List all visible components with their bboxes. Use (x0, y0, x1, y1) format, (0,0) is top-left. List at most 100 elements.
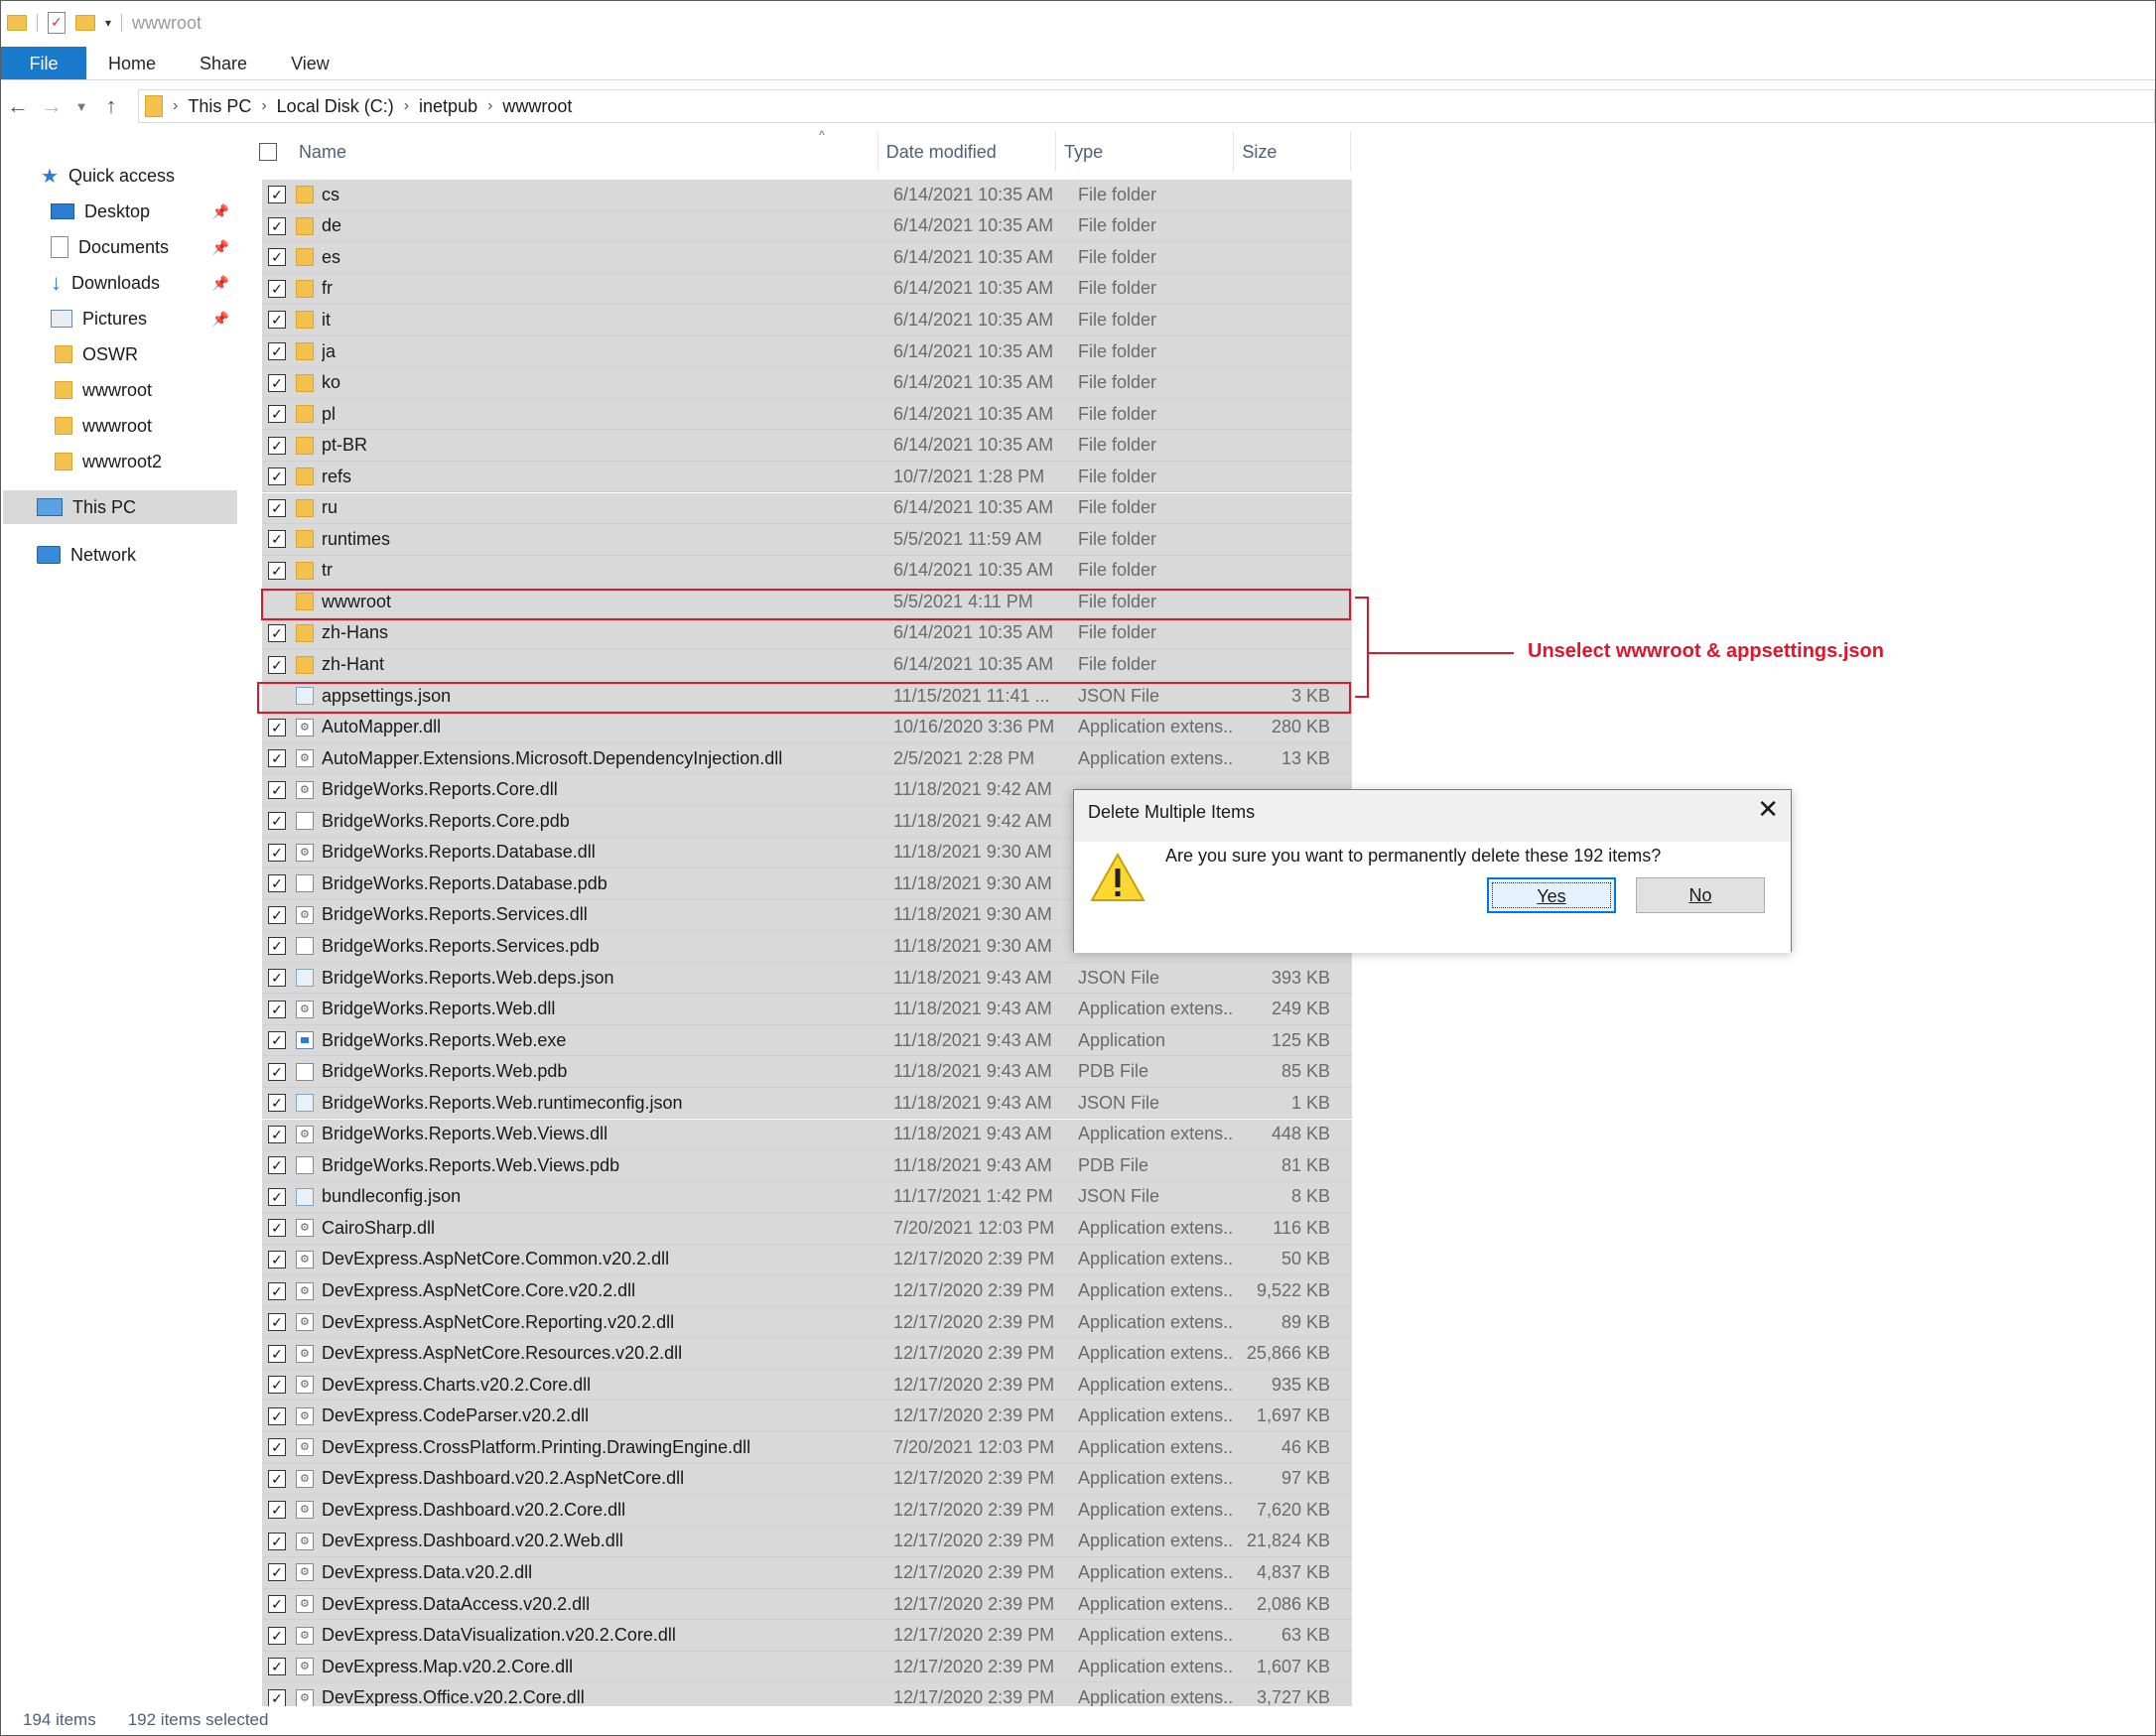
row-checkbox[interactable]: ✓ (268, 623, 286, 642)
row-checkbox[interactable]: ✓ (268, 1344, 286, 1363)
file-row[interactable]: ✓ AutoMapper.dll 10/16/2020 3:36 PM Applica… (262, 712, 1352, 743)
row-checkbox[interactable]: ✓ (268, 1031, 286, 1050)
pin-icon[interactable]: 📌 (212, 311, 229, 328)
file-row[interactable]: ✓ BridgeWorks.Reports.Web.runtimeconfig.j… (262, 1087, 1352, 1120)
row-checkbox[interactable]: ✓ (268, 1688, 286, 1706)
tab-home[interactable]: Home (86, 47, 178, 79)
row-checkbox[interactable]: ✓ (268, 1376, 286, 1395)
tab-view[interactable]: View (269, 47, 351, 79)
file-row[interactable]: ✓ BridgeWorks.Reports.Web.pdb 11/18/2021 9… (262, 1056, 1352, 1088)
row-checkbox[interactable]: ✓ (268, 969, 286, 987)
chevron-right-icon[interactable]: › (404, 97, 409, 115)
row-checkbox[interactable]: ✓ (268, 937, 286, 956)
chevron-right-icon[interactable]: › (261, 97, 266, 115)
sidebar-item-wwwroot[interactable]: wwwroot (55, 373, 235, 407)
tab-file[interactable]: File (1, 47, 86, 79)
file-row[interactable]: ✓ BridgeWorks.Reports.Web.exe 11/18/2021 9… (262, 1024, 1352, 1057)
row-checkbox[interactable]: ✓ (268, 1125, 286, 1143)
file-row[interactable]: ✓ BridgeWorks.Reports.Web.Views.dll 11/18/… (262, 1119, 1352, 1150)
row-checkbox[interactable]: ✓ (268, 498, 286, 517)
properties-icon[interactable] (48, 12, 66, 34)
row-checkbox[interactable]: ✓ (268, 186, 286, 204)
row-checkbox[interactable]: ✓ (268, 248, 286, 267)
row-checkbox[interactable]: ✓ (268, 342, 286, 360)
file-row[interactable]: ✓ ja 6/14/2021 10:35 AM File folder (262, 335, 1352, 368)
row-checkbox[interactable]: ✓ (268, 1626, 286, 1645)
file-row[interactable]: ✓ BridgeWorks.Reports.Web.Views.pdb 11/18/… (262, 1150, 1352, 1182)
column-header-size[interactable]: Size (1234, 132, 1351, 172)
row-checkbox[interactable]: ✓ (268, 311, 286, 330)
yes-button[interactable]: Yes (1487, 877, 1616, 913)
sidebar-item-wwwroot2[interactable]: wwwroot2 (55, 445, 235, 478)
row-checkbox[interactable]: ✓ (268, 530, 286, 549)
row-checkbox[interactable]: ✓ (268, 812, 286, 831)
file-row[interactable]: ✓ DevExpress.AspNetCore.Resources.v20.2.d… (262, 1338, 1352, 1370)
column-header-date-modified[interactable]: Date modified (878, 132, 1057, 172)
row-checkbox[interactable]: ✓ (268, 1281, 286, 1300)
sidebar-item-oswr[interactable]: OSWR (55, 337, 235, 371)
back-arrow-icon[interactable]: ← (1, 93, 35, 119)
row-checkbox[interactable]: ✓ (268, 1094, 286, 1113)
column-header-type[interactable]: Type (1056, 132, 1235, 172)
row-checkbox[interactable]: ✓ (268, 1000, 286, 1018)
file-row[interactable]: ✓ DevExpress.Office.v20.2.Core.dll 12/17/2… (262, 1682, 1352, 1706)
breadcrumb-inetpub[interactable]: inetpub (419, 96, 477, 117)
file-row[interactable]: ✓ BridgeWorks.Reports.Web.deps.json 11/18/… (262, 962, 1352, 995)
tab-share[interactable]: Share (178, 47, 269, 79)
row-checkbox[interactable]: ✓ (268, 1250, 286, 1269)
file-row[interactable]: ✓ pt-BR 6/14/2021 10:35 AM File folder (262, 430, 1352, 462)
file-row[interactable]: ✓ DevExpress.Map.v20.2.Core.dll 12/17/2020… (262, 1651, 1352, 1683)
row-checkbox[interactable]: ✓ (268, 1156, 286, 1175)
pin-icon[interactable]: 📌 (212, 239, 229, 256)
file-row[interactable]: ✓ es 6/14/2021 10:35 AM File folder (262, 242, 1352, 274)
no-button[interactable]: No (1636, 877, 1765, 913)
sidebar-item-wwwroot[interactable]: wwwroot (55, 409, 235, 443)
row-checkbox[interactable]: ✓ (268, 561, 286, 580)
sidebar-item-this-pc[interactable]: This PC (3, 490, 237, 524)
forward-arrow-icon[interactable]: → (35, 93, 68, 119)
file-row[interactable]: ✓ de 6/14/2021 10:35 AM File folder (262, 210, 1352, 243)
row-checkbox[interactable]: ✓ (268, 1469, 286, 1488)
row-checkbox[interactable]: ✓ (268, 279, 286, 298)
file-row[interactable]: ✓ DevExpress.CodeParser.v20.2.dll 12/17/20… (262, 1401, 1352, 1432)
file-row[interactable]: ✓ it 6/14/2021 10:35 AM File folder (262, 305, 1352, 336)
file-row[interactable]: ✓ DevExpress.Charts.v20.2.Core.dll 12/17/2… (262, 1369, 1352, 1402)
row-checkbox[interactable]: ✓ (268, 405, 286, 424)
row-checkbox[interactable]: ✓ (268, 874, 286, 893)
row-checkbox[interactable]: ✓ (268, 1062, 286, 1081)
breadcrumb-wwwroot[interactable]: wwwroot (502, 96, 572, 117)
file-row[interactable]: ✓ DevExpress.Dashboard.v20.2.Core.dll 12/1… (262, 1495, 1352, 1527)
row-checkbox[interactable]: ✓ (268, 749, 286, 768)
file-row[interactable]: ✓ DevExpress.Dashboard.v20.2.AspNetCore.d… (262, 1463, 1352, 1496)
file-row[interactable]: ✓ tr 6/14/2021 10:35 AM File folder (262, 555, 1352, 588)
file-row[interactable]: ✓ refs 10/7/2021 1:28 PM File folder (262, 461, 1352, 493)
file-row[interactable]: ✓ DevExpress.Dashboard.v20.2.Web.dll 12/17… (262, 1526, 1352, 1558)
row-checkbox[interactable]: ✓ (268, 1406, 286, 1425)
file-row[interactable]: ✓ pl 6/14/2021 10:35 AM File folder (262, 398, 1352, 431)
row-checkbox[interactable]: ✓ (268, 373, 286, 392)
chevron-right-icon[interactable]: › (173, 97, 178, 115)
breadcrumb-this-pc[interactable]: This PC (188, 96, 251, 117)
row-checkbox[interactable]: ✓ (268, 1219, 286, 1238)
sidebar-item-network[interactable]: Network (37, 538, 235, 572)
file-row[interactable]: ✓ BridgeWorks.Reports.Web.dll 11/18/2021 9… (262, 994, 1352, 1025)
row-checkbox[interactable]: ✓ (268, 216, 286, 235)
file-row[interactable]: ✓ DevExpress.AspNetCore.Reporting.v20.2.d… (262, 1306, 1352, 1339)
row-checkbox[interactable]: ✓ (268, 1658, 286, 1676)
row-checkbox[interactable]: ✓ (268, 718, 286, 736)
pin-icon[interactable]: 📌 (212, 203, 229, 220)
file-row[interactable]: ✓ zh-Hant 6/14/2021 10:35 AM File folder (262, 649, 1352, 681)
row-checkbox[interactable]: ✓ (268, 1313, 286, 1332)
file-row[interactable]: ✓ DevExpress.AspNetCore.Core.v20.2.dll 12/… (262, 1275, 1352, 1307)
breadcrumb-local-disk[interactable]: Local Disk (C:) (277, 96, 394, 117)
row-checkbox[interactable]: ✓ (268, 1532, 286, 1550)
row-checkbox[interactable]: ✓ (268, 1187, 286, 1206)
file-row[interactable]: ✓ CairoSharp.dll 7/20/2021 12:03 PM Applica… (262, 1213, 1352, 1245)
close-icon[interactable]: ✕ (1757, 794, 1779, 825)
file-row[interactable]: ✓ DevExpress.Data.v20.2.dll 12/17/2020 2:3… (262, 1557, 1352, 1589)
chevron-right-icon[interactable]: › (487, 97, 492, 115)
address-bar[interactable]: › This PC › Local Disk (C:) › inetpub › … (138, 89, 2155, 123)
row-checkbox[interactable]: ✓ (268, 1563, 286, 1582)
file-row[interactable]: ✓ DevExpress.DataAccess.v20.2.dll 12/17/20… (262, 1588, 1352, 1621)
row-checkbox[interactable]: ✓ (268, 436, 286, 455)
